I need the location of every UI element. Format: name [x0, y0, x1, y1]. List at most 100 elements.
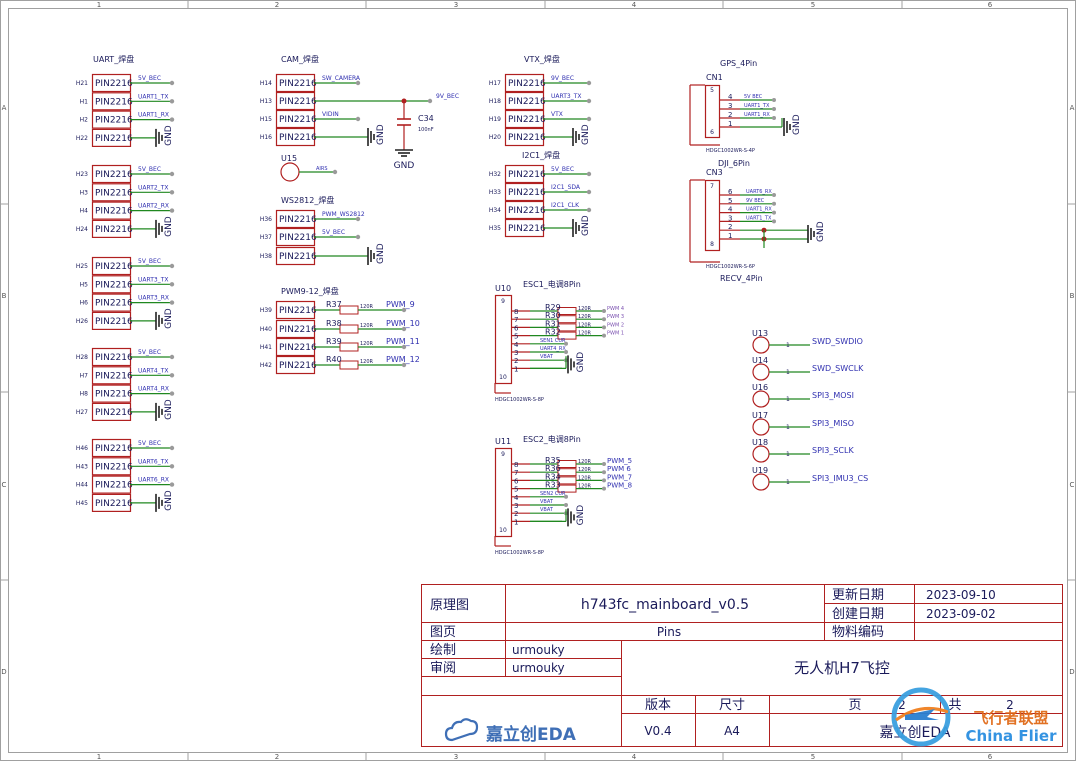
net-label: UART1_RX — [744, 112, 770, 118]
col-label-top: 5 — [811, 1, 815, 9]
drawn-label: 绘制 — [430, 643, 456, 658]
net-end-dot — [772, 116, 776, 120]
pin-part-label: PIN2216 — [95, 134, 133, 144]
test-point-circle — [752, 445, 770, 463]
row-label-left: A — [2, 104, 7, 112]
row-label-left: B — [2, 292, 7, 300]
connector-body — [494, 294, 513, 385]
row-label-left: C — [2, 481, 7, 489]
pwm-net-label: PWM_11 — [386, 337, 420, 346]
recv-title: RECV_4Pin — [720, 274, 763, 283]
resistor-value: 120R — [360, 359, 374, 365]
pin-ref-label: H46 — [76, 445, 88, 452]
pwm-net-label: PWM_10 — [386, 319, 420, 328]
pin-part-label: PIN2216 — [279, 252, 317, 262]
pin-part-label: PIN2216 — [279, 361, 317, 371]
gnd-label: GND — [581, 124, 591, 145]
pin-ref-label: H15 — [260, 116, 272, 123]
net-label: 5V BEC — [744, 94, 763, 100]
gps-ref: CN1 — [706, 73, 723, 82]
pin-ref-label: H21 — [76, 80, 88, 87]
gnd-label: GND — [376, 124, 386, 145]
connector-part: HDGC1002WR-S-6P — [706, 264, 755, 270]
pin-part-label: PIN2216 — [279, 306, 317, 316]
col-label-bottom: 2 — [275, 753, 279, 761]
pin-part-label: PIN2216 — [95, 170, 133, 180]
pwm-net-label: PWM_9 — [386, 300, 415, 309]
created-value: 2023-09-02 — [926, 607, 996, 621]
esc-pwm-net: PWM_8 — [607, 482, 632, 490]
connector-body — [494, 447, 513, 538]
pin-part-label: PIN2216 — [95, 371, 133, 381]
pin-ref-label: H23 — [76, 171, 88, 178]
pin-number: 8 — [710, 241, 714, 248]
total-label: 共 — [948, 698, 961, 713]
net-end-dot — [169, 482, 175, 487]
net-label: SEN1 CUR — [540, 338, 566, 344]
pin-number: 7 — [710, 183, 714, 190]
net-label: UART3_TX — [551, 93, 582, 100]
col-label-top: 3 — [454, 1, 458, 9]
size-value: A4 — [724, 724, 740, 738]
col-label-top: 2 — [275, 1, 279, 9]
pin-part-label: PIN2216 — [279, 233, 317, 243]
col-label-bottom: 1 — [97, 753, 101, 761]
net-end-dot — [772, 210, 776, 215]
gnd-label: GND — [394, 161, 415, 171]
net-end-dot — [586, 207, 592, 213]
net-end-dot — [586, 98, 592, 104]
col-label-bottom: 5 — [811, 753, 815, 761]
esc-ref: U11 — [495, 437, 511, 446]
pin-ref-label: H4 — [80, 208, 89, 215]
pin-part-label: PIN2216 — [95, 353, 133, 363]
net-end-dot — [427, 98, 433, 104]
net-end-dot — [586, 80, 592, 86]
pin-number: 1 — [514, 365, 518, 373]
pin-part-label: PIN2216 — [95, 280, 133, 290]
version-label: 版本 — [645, 698, 671, 713]
resistor-ref: R40 — [326, 355, 342, 364]
pin-ref-label: H39 — [260, 307, 272, 314]
pin-ref-label: H33 — [489, 189, 501, 196]
net-end-dot — [772, 193, 776, 197]
pin-ref-label: H16 — [260, 134, 272, 141]
pin-number: 1 — [728, 232, 732, 240]
page-value: Pins — [657, 625, 681, 639]
resistor — [339, 305, 359, 315]
row-label-right: D — [1069, 668, 1074, 676]
col-label-bottom: 6 — [988, 753, 993, 761]
pin-part-label: PIN2216 — [508, 206, 546, 216]
pin-number: 5 — [710, 87, 714, 94]
pin-part-label: PIN2216 — [508, 188, 546, 198]
pin-number: 9 — [501, 451, 505, 458]
material-label: 物料编码 — [832, 625, 884, 640]
pin-number: 7 — [514, 469, 518, 477]
pin-ref-label: H25 — [76, 263, 88, 270]
page-num-label: 页 — [848, 698, 861, 713]
net-end-dot — [602, 486, 606, 491]
watermark-en: China Flier — [966, 727, 1058, 745]
connector-part: HDGC1002WR-S-4P — [706, 148, 755, 154]
net-label: VBAT — [540, 499, 554, 505]
pin-ref-label: H20 — [489, 134, 501, 141]
pin-ref-label: H22 — [76, 135, 88, 142]
pin-ref-label: H2 — [80, 117, 89, 124]
pwm-net-label: PWM_12 — [386, 355, 420, 364]
pin-part-label: PIN2216 — [95, 444, 133, 454]
pin-part-label: PIN2216 — [508, 133, 546, 143]
net-label: VBAT — [540, 354, 554, 360]
created-label: 创建日期 — [832, 607, 884, 622]
pin-number: 3 — [728, 102, 732, 110]
pin-ref-label: H34 — [489, 207, 501, 214]
pin-ref-label: H27 — [76, 409, 88, 416]
pin-ref-label: H13 — [260, 98, 272, 105]
net-end-dot — [564, 503, 568, 507]
net-end-dot — [169, 80, 175, 86]
pin-part-label: PIN2216 — [95, 481, 133, 491]
connector-body — [704, 179, 721, 252]
pin-number: 1 — [786, 369, 790, 376]
uart-group-title: UART_焊盘 — [93, 54, 134, 64]
schematic-label: 原理图 — [430, 598, 469, 613]
resistor-ref: R33 — [545, 481, 561, 490]
pin-number: 1 — [786, 424, 790, 431]
